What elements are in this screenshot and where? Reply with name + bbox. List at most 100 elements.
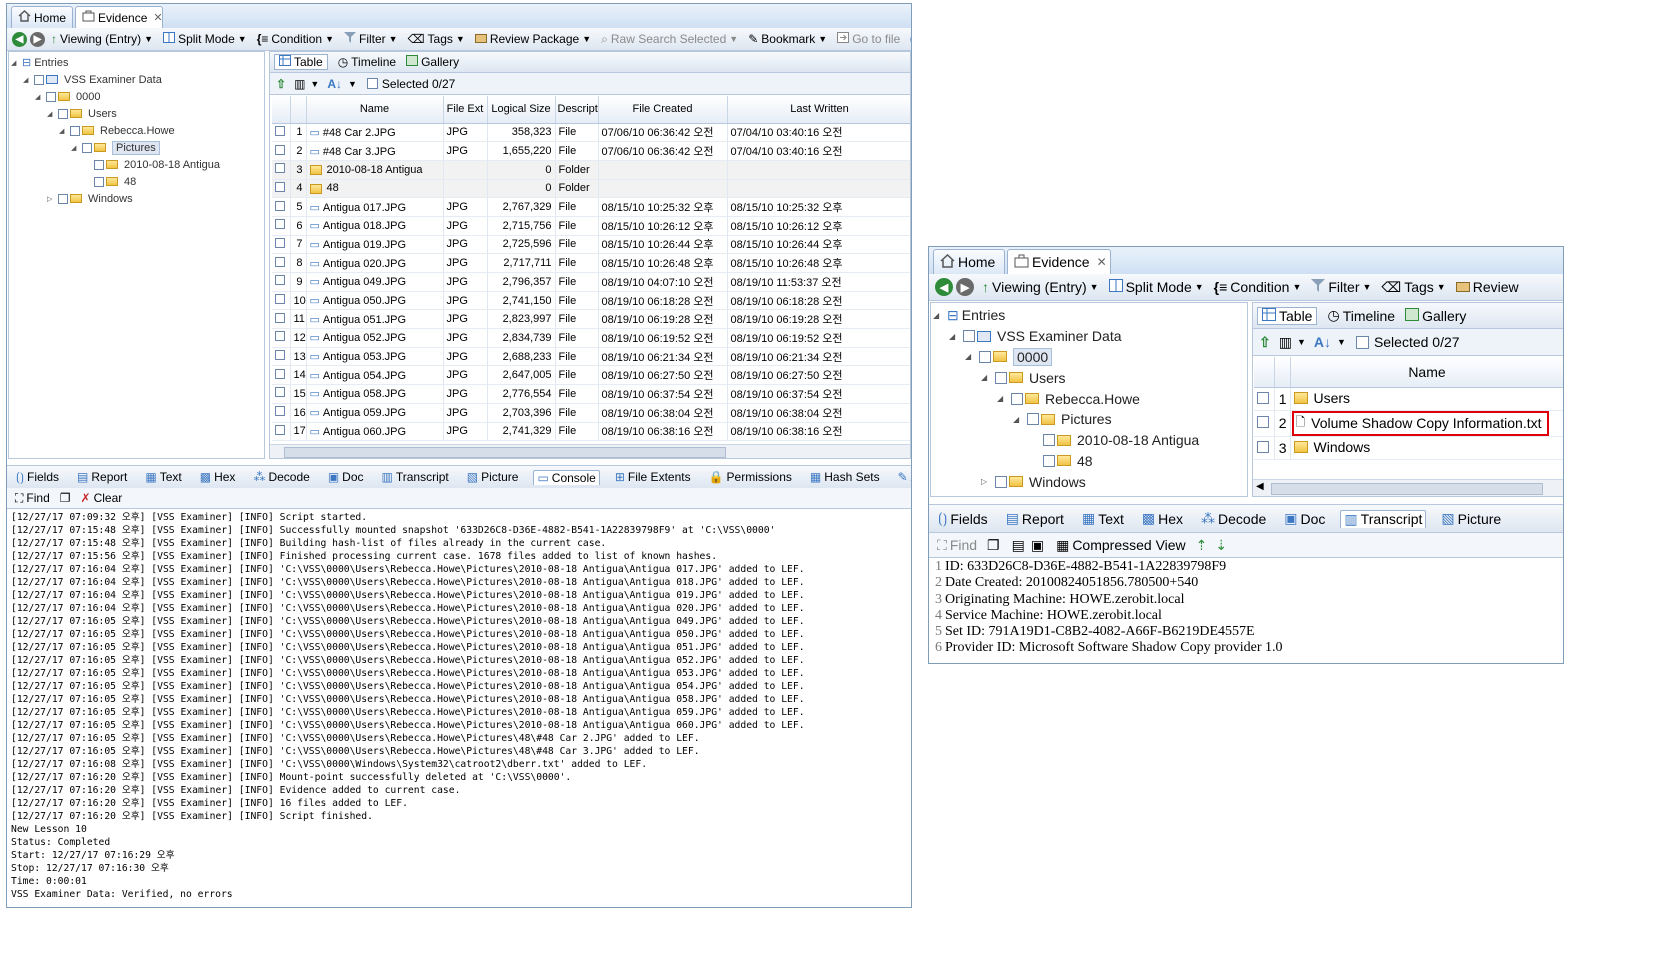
up-folder-icon[interactable]: ⇧ [1259, 334, 1271, 351]
row-name[interactable]: ▭ #48 Car 3.JPG [306, 141, 444, 161]
tree-checkbox[interactable] [94, 159, 104, 170]
col-name[interactable]: Name [1290, 357, 1563, 388]
tab-evidence[interactable]: Evidence ✕ [1007, 249, 1111, 274]
expand-icon[interactable]: ◢ [981, 373, 995, 382]
tab-fields[interactable]: ⟮⟯ Fields [935, 510, 991, 527]
row-name[interactable]: Windows [1290, 436, 1563, 460]
row-checkbox-cell[interactable] [272, 235, 291, 255]
table-row[interactable]: 15 ▭ Antigua 058.JPG JPG 2,776,554 File 08/19/… [272, 384, 910, 404]
tab-gallery[interactable]: Gallery [406, 55, 459, 69]
tree-checkbox[interactable] [995, 371, 1007, 384]
table-row[interactable]: 9 ▭ Antigua 049.JPG JPG 2,796,357 File 08/19/1… [272, 272, 910, 292]
row-name[interactable]: ▭ Antigua 019.JPG [306, 235, 444, 255]
row-checkbox-cell[interactable] [1254, 410, 1275, 437]
tab-gallery[interactable]: Gallery [1405, 307, 1466, 324]
row-name[interactable]: ▭ Antigua 018.JPG [306, 216, 444, 236]
row-checkbox[interactable] [275, 219, 285, 230]
print-icon[interactable]: ▣ [1031, 537, 1044, 554]
row-name[interactable]: Users [1290, 387, 1563, 411]
row-checkbox-cell[interactable] [1254, 436, 1275, 460]
row-checkbox-cell[interactable] [272, 253, 291, 273]
chevron-down-icon[interactable]: ▼ [348, 79, 357, 89]
document-up-icon[interactable]: ⇡ [1196, 537, 1208, 554]
tab-doc[interactable]: ▣ Doc [1281, 510, 1328, 527]
tab-table[interactable]: Table [1257, 306, 1318, 325]
left-table-scrollbar[interactable] [270, 444, 910, 458]
tree-checkbox[interactable] [46, 91, 56, 102]
row-checkbox-cell[interactable] [272, 141, 291, 161]
expand-icon[interactable]: ◢ [71, 144, 82, 152]
review-package-dropdown[interactable]: Review [1455, 279, 1519, 295]
tree-node[interactable]: ◢ Pictures [1013, 409, 1112, 430]
close-icon[interactable]: ✕ [1097, 255, 1107, 269]
row-checkbox[interactable] [275, 424, 285, 435]
copy-icon[interactable]: ❐ [60, 491, 71, 505]
tree-checkbox[interactable] [1043, 454, 1055, 467]
row-name[interactable]: ▭ Antigua 017.JPG [306, 197, 444, 217]
expand-icon[interactable]: ◢ [59, 127, 70, 135]
up-folder-icon[interactable]: ⇧ [276, 77, 286, 91]
expand-icon[interactable]: ◢ [35, 93, 46, 101]
chevron-down-icon[interactable]: ▼ [1297, 337, 1306, 347]
row-checkbox[interactable] [275, 331, 285, 342]
tab-attributes[interactable]: ✎Attributes [895, 470, 911, 484]
condition-dropdown[interactable]: {≡ Condition ▼ [257, 32, 334, 46]
table-row[interactable]: 16 ▭ Antigua 059.JPG JPG 2,703,396 File 08/19/… [272, 403, 910, 423]
table-row[interactable]: 10 ▭ Antigua 050.JPG JPG 2,741,150 File 08/19/… [272, 291, 910, 311]
tree-node[interactable]: 48 [83, 173, 136, 190]
row-name[interactable]: 🗋 Volume Shadow Copy Information.txt [1290, 410, 1563, 437]
document-down-icon[interactable]: ⇣ [1215, 537, 1227, 554]
expand-icon[interactable]: ◢ [997, 394, 1011, 403]
filter-dropdown[interactable]: Filter ▼ [1311, 279, 1371, 295]
tree-node[interactable]: ◢ Rebecca.Howe [59, 122, 175, 139]
tree-node[interactable]: ◢ Pictures [71, 139, 160, 156]
forward-icon[interactable]: ▶ [956, 278, 974, 296]
tree-checkbox[interactable] [979, 350, 991, 363]
expand-icon[interactable]: ◢ [11, 59, 22, 67]
row-checkbox-cell[interactable] [272, 179, 291, 199]
find-button[interactable]: ⛶ Find [937, 537, 977, 554]
expand-icon[interactable]: ◢ [47, 110, 58, 118]
tree-node[interactable]: ▷ Windows [47, 190, 133, 207]
tab-hex[interactable]: ▩ Hex [1139, 510, 1186, 527]
row-name[interactable]: ▭ Antigua 050.JPG [306, 291, 444, 311]
table-row[interactable]: 3 Windows [1254, 436, 1563, 460]
tab-hash-sets[interactable]: ▦ Hash Sets [807, 470, 883, 484]
tree-checkbox[interactable] [82, 142, 92, 153]
tree-node[interactable]: ▷ Windows [981, 471, 1086, 492]
back-icon[interactable]: ◀ [935, 278, 953, 296]
row-checkbox-cell[interactable] [272, 272, 291, 292]
sort-icon[interactable]: A↓ [327, 77, 342, 91]
row-checkbox[interactable] [275, 181, 285, 192]
table-row[interactable]: 5 ▭ Antigua 017.JPG JPG 2,767,329 File 08/15/1… [272, 197, 910, 217]
expand-icon[interactable]: ▷ [981, 477, 995, 486]
tab-timeline[interactable]: ◷ Timeline [338, 55, 396, 69]
filter-dropdown[interactable]: Filter ▼ [343, 32, 398, 46]
row-checkbox-cell[interactable] [272, 160, 291, 180]
tab-picture[interactable]: ▧ Picture [1438, 510, 1504, 527]
tab-transcript[interactable]: ▥ Transcript [1340, 509, 1427, 528]
clear-button[interactable]: ✗ Clear [81, 491, 123, 505]
tree-checkbox[interactable] [94, 176, 104, 187]
row-name[interactable]: ▭ Antigua 053.JPG [306, 347, 444, 367]
row-checkbox[interactable] [1257, 391, 1269, 404]
row-checkbox-cell[interactable] [272, 291, 291, 311]
forward-icon[interactable]: ▶ [30, 31, 45, 47]
col-ext[interactable]: File Ext [443, 96, 488, 124]
select-all-checkbox[interactable] [1355, 335, 1369, 349]
row-name[interactable]: ▭ #48 Car 2.JPG [306, 123, 444, 143]
row-checkbox-cell[interactable] [272, 216, 291, 236]
row-name[interactable]: ▭ Antigua 060.JPG [306, 422, 444, 442]
tree-checkbox[interactable] [995, 475, 1007, 488]
row-name[interactable]: ▭ Antigua 059.JPG [306, 403, 444, 423]
tree-node[interactable]: ◢ VSS Examiner Data [23, 71, 162, 88]
tree-checkbox[interactable] [1043, 434, 1055, 447]
chevron-down-icon[interactable]: ▼ [310, 79, 319, 89]
tree-checkbox[interactable] [1027, 413, 1039, 426]
row-name[interactable]: ▭ Antigua 058.JPG [306, 384, 444, 404]
col-written[interactable]: Last Written [727, 96, 910, 124]
review-package-dropdown[interactable]: Review Package ▼ [474, 32, 591, 46]
row-checkbox-cell[interactable] [272, 328, 291, 348]
row-name[interactable]: ▭ Antigua 054.JPG [306, 365, 444, 386]
row-checkbox[interactable] [1257, 440, 1269, 453]
